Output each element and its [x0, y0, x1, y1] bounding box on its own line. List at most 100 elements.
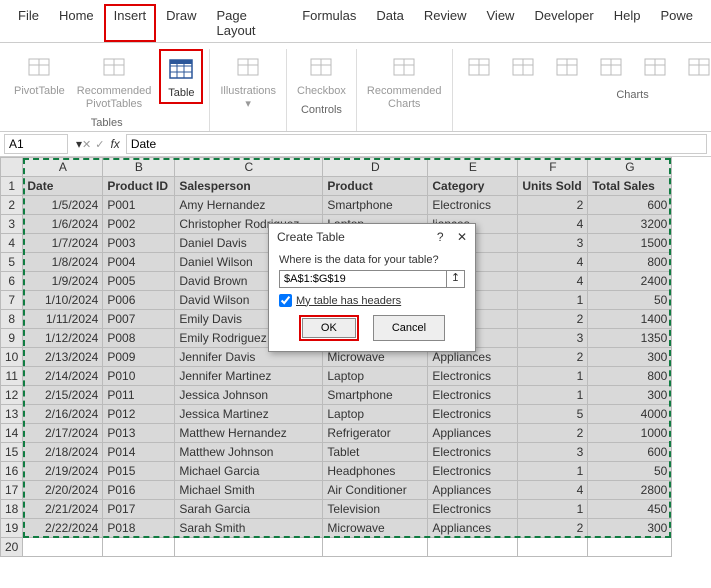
cell[interactable]: P015	[103, 462, 175, 481]
ribbon-pie[interactable]	[547, 49, 587, 85]
cell[interactable]: 600	[588, 196, 672, 215]
ribbon-scatter[interactable]	[679, 49, 711, 85]
cell[interactable]: 2/18/2024	[23, 443, 103, 462]
cell[interactable]	[518, 538, 588, 557]
cell[interactable]: 2800	[588, 481, 672, 500]
cell[interactable]: 2/19/2024	[23, 462, 103, 481]
col-header-F[interactable]: F	[518, 158, 588, 177]
row-header[interactable]: 19	[1, 519, 23, 538]
cell[interactable]: 2/20/2024	[23, 481, 103, 500]
cell[interactable]: 1	[518, 500, 588, 519]
col-header-G[interactable]: G	[588, 158, 672, 177]
cell[interactable]: Tablet	[323, 443, 428, 462]
col-header-D[interactable]: D	[323, 158, 428, 177]
cell[interactable]: Microwave	[323, 519, 428, 538]
cell[interactable]: Laptop	[323, 405, 428, 424]
ribbon-table[interactable]: Table	[159, 49, 203, 104]
cell[interactable]: Laptop	[323, 367, 428, 386]
range-input[interactable]	[279, 270, 447, 288]
cell[interactable]: 2/21/2024	[23, 500, 103, 519]
cancel-button[interactable]: Cancel	[373, 315, 445, 341]
cell[interactable]: 1	[518, 291, 588, 310]
cell[interactable]: Appliances	[428, 481, 518, 500]
headers-checkbox[interactable]	[279, 294, 292, 307]
ribbon-illustrations[interactable]: Illustrations ▾	[216, 49, 280, 113]
row-header[interactable]: 20	[1, 538, 23, 557]
tab-data[interactable]: Data	[366, 4, 413, 42]
cell[interactable]: 2/22/2024	[23, 519, 103, 538]
row-header[interactable]: 3	[1, 215, 23, 234]
cell[interactable]: Date	[23, 177, 103, 196]
cell[interactable]: 600	[588, 443, 672, 462]
headers-checkbox-label[interactable]: My table has headers	[279, 294, 465, 307]
tab-file[interactable]: File	[8, 4, 49, 42]
close-icon[interactable]: ✕	[457, 230, 467, 244]
cell[interactable]: 3	[518, 443, 588, 462]
fx-icon[interactable]: fx	[110, 137, 119, 151]
tab-insert[interactable]: Insert	[104, 4, 157, 42]
tab-powe[interactable]: Powe	[650, 4, 703, 42]
col-header-C[interactable]: C	[175, 158, 323, 177]
row-header[interactable]: 9	[1, 329, 23, 348]
cell[interactable]: 1/10/2024	[23, 291, 103, 310]
cell[interactable]: P005	[103, 272, 175, 291]
tab-home[interactable]: Home	[49, 4, 104, 42]
cell[interactable]: Matthew Hernandez	[175, 424, 323, 443]
tab-formulas[interactable]: Formulas	[292, 4, 366, 42]
cell[interactable]: 300	[588, 519, 672, 538]
cell[interactable]	[103, 538, 175, 557]
ribbon-pivottable[interactable]: PivotTable	[10, 49, 69, 100]
cell[interactable]: P008	[103, 329, 175, 348]
range-picker-icon[interactable]: ↥	[447, 270, 465, 288]
row-header[interactable]: 5	[1, 253, 23, 272]
cell[interactable]: P014	[103, 443, 175, 462]
row-header[interactable]: 16	[1, 462, 23, 481]
cell[interactable]	[588, 538, 672, 557]
cell[interactable]: 2	[518, 424, 588, 443]
cell[interactable]: 1/12/2024	[23, 329, 103, 348]
cell[interactable]: 300	[588, 386, 672, 405]
cell[interactable]: 1/8/2024	[23, 253, 103, 272]
cell[interactable]: Product	[323, 177, 428, 196]
cell[interactable]: P004	[103, 253, 175, 272]
cell[interactable]: 1400	[588, 310, 672, 329]
cell[interactable]: Refrigerator	[323, 424, 428, 443]
cell[interactable]: 1/7/2024	[23, 234, 103, 253]
cell[interactable]: Electronics	[428, 196, 518, 215]
cell[interactable]: 4	[518, 481, 588, 500]
cell[interactable]: 1	[518, 386, 588, 405]
ribbon-line[interactable]	[503, 49, 543, 85]
cell[interactable]	[23, 538, 103, 557]
row-header[interactable]: 8	[1, 310, 23, 329]
cell[interactable]: P007	[103, 310, 175, 329]
cell[interactable]: P016	[103, 481, 175, 500]
cell[interactable]: Michael Garcia	[175, 462, 323, 481]
cell[interactable]: Category	[428, 177, 518, 196]
cell[interactable]: Television	[323, 500, 428, 519]
cell[interactable]: Electronics	[428, 405, 518, 424]
cell[interactable]: 800	[588, 253, 672, 272]
cell[interactable]: 2	[518, 519, 588, 538]
accept-formula-icon[interactable]: ✓	[95, 138, 104, 151]
cell[interactable]: Headphones	[323, 462, 428, 481]
cell[interactable]: 5	[518, 405, 588, 424]
tab-page layout[interactable]: Page Layout	[207, 4, 293, 42]
cell[interactable]: Electronics	[428, 386, 518, 405]
cell[interactable]: 2/14/2024	[23, 367, 103, 386]
cell[interactable]: P018	[103, 519, 175, 538]
cell[interactable]: Air Conditioner	[323, 481, 428, 500]
col-header-B[interactable]: B	[103, 158, 175, 177]
cell[interactable]: 450	[588, 500, 672, 519]
cell[interactable]: 1000	[588, 424, 672, 443]
row-header[interactable]: 11	[1, 367, 23, 386]
cell[interactable]: 1500	[588, 234, 672, 253]
row-header[interactable]: 10	[1, 348, 23, 367]
cell[interactable]: 1	[518, 367, 588, 386]
row-header[interactable]: 1	[1, 177, 23, 196]
cell[interactable]: 1/6/2024	[23, 215, 103, 234]
cell[interactable]: Smartphone	[323, 386, 428, 405]
cell[interactable]: 1350	[588, 329, 672, 348]
cell[interactable]: 2	[518, 348, 588, 367]
cell[interactable]: 3	[518, 329, 588, 348]
cell[interactable]: Amy Hernandez	[175, 196, 323, 215]
